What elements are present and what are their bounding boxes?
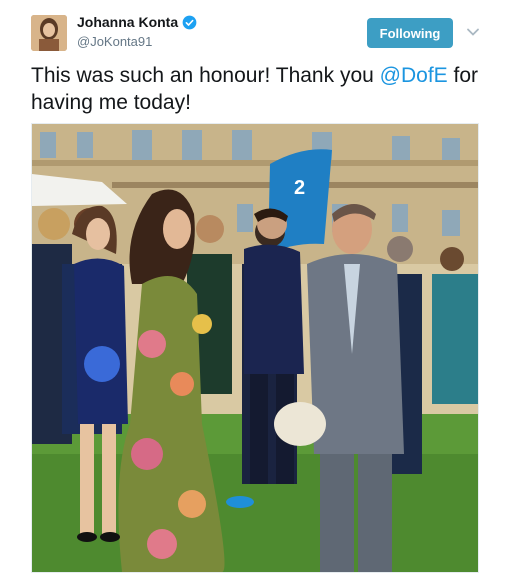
blue-cone xyxy=(226,496,254,508)
avatar-photo xyxy=(31,15,67,51)
mention-link[interactable]: @DofE xyxy=(380,64,448,87)
tweet-card: Johanna Konta @JoKonta91 Following This … xyxy=(0,0,508,577)
tweet-photo[interactable]: 2 xyxy=(31,123,479,573)
chevron-down-icon[interactable] xyxy=(465,24,481,40)
user-names: Johanna Konta @JoKonta91 xyxy=(77,14,197,49)
tweet-text-part1: This was such an honour! Thank you xyxy=(31,64,380,87)
verified-badge-icon xyxy=(182,15,197,29)
banner-number: 2 xyxy=(294,177,305,199)
display-name[interactable]: Johanna Konta xyxy=(77,14,178,30)
hat-in-hand xyxy=(274,402,326,446)
following-button[interactable]: Following xyxy=(367,18,453,48)
avatar[interactable] xyxy=(31,15,67,51)
display-name-row[interactable]: Johanna Konta xyxy=(77,14,197,30)
garden-party-photo: 2 xyxy=(32,124,478,572)
user-handle[interactable]: @JoKonta91 xyxy=(77,34,197,49)
tweet-text: This was such an honour! Thank you @DofE… xyxy=(31,62,481,116)
